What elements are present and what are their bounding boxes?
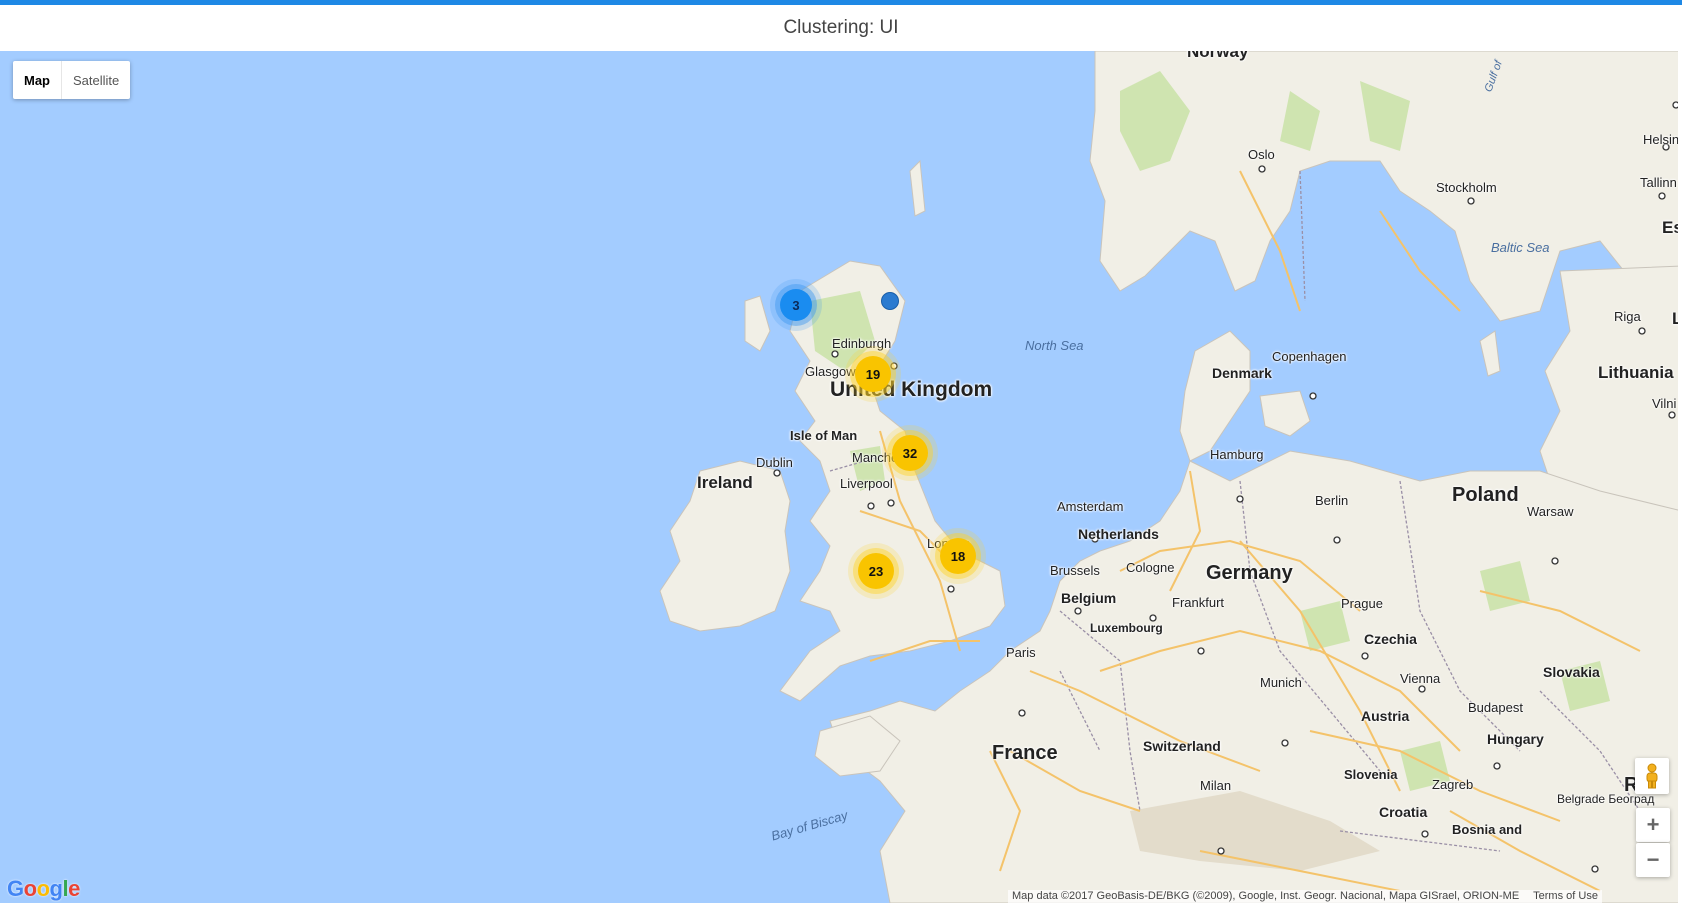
label-bosnia: Bosnia and [1452,822,1523,837]
label-berlin: Berlin [1315,493,1349,508]
label-glasgow: Glasgow [805,364,856,379]
label-hamburg: Hamburg [1210,447,1264,462]
single-location-marker[interactable] [881,292,899,310]
map-attribution: Map data ©2017 GeoBasis-DE/BKG (©2009), … [1008,890,1602,903]
label-budapest: Budapest [1468,700,1523,715]
map-type-satellite-button[interactable]: Satellite [62,61,130,99]
label-slovenia: Slovenia [1344,767,1398,782]
label-cologne: Cologne [1126,560,1175,575]
label-belgrade: Belgrade Београд [1557,792,1655,806]
label-vienna: Vienna [1400,671,1441,686]
logo-letter-g2: g [49,876,63,901]
label-baltic-sea: Baltic Sea [1491,240,1550,255]
label-ireland: Ireland [697,473,753,492]
label-isle-of-man: Isle of Man [790,428,858,443]
map-canvas[interactable]: Norway Oslo Stockholm Helsin Tallinn Est… [0,51,1682,903]
label-zagreb: Zagreb [1432,777,1474,792]
label-copenhagen: Copenhagen [1272,349,1347,364]
label-milan: Milan [1200,778,1232,793]
label-switzerland: Switzerland [1143,738,1221,754]
label-amsterdam: Amsterdam [1057,499,1124,514]
right-edge-strip [1678,51,1682,903]
label-warsaw: Warsaw [1527,504,1574,519]
zoom-in-button[interactable]: + [1636,808,1670,842]
cluster-marker-32[interactable]: 32 [892,435,928,471]
label-north-sea: North Sea [1025,338,1084,353]
label-austria: Austria [1361,708,1410,724]
label-munich: Munich [1260,675,1302,690]
cluster-marker-18[interactable]: 18 [940,538,976,574]
label-luxembourg: Luxembourg [1090,621,1163,635]
cluster-marker-19[interactable]: 19 [855,356,891,392]
attribution-text: Map data ©2017 GeoBasis-DE/BKG (©2009), … [1012,890,1520,902]
label-germany: Germany [1206,562,1293,584]
label-netherlands: Netherlands [1078,526,1159,542]
label-dublin: Dublin [756,455,793,470]
label-brussels: Brussels [1050,563,1100,578]
pegman-icon [1646,763,1658,789]
zoom-out-button[interactable]: − [1636,843,1670,877]
street-view-pegman-button[interactable] [1635,758,1669,794]
cluster-marker-3[interactable]: 3 [780,289,812,321]
label-prague: Prague [1341,596,1383,611]
label-helsinki: Helsin [1643,132,1680,147]
page-title: Clustering: UI [783,17,899,38]
label-stockholm: Stockholm [1436,180,1497,195]
label-norway: Norway [1187,51,1249,61]
label-oslo: Oslo [1248,147,1275,162]
label-france: France [992,742,1058,764]
label-croatia: Croatia [1379,804,1428,820]
label-slovakia: Slovakia [1543,664,1600,680]
label-vilnius: Vilni [1652,396,1677,411]
logo-letter-o1: o [23,876,37,901]
cluster-marker-23[interactable]: 23 [858,553,894,589]
label-riga: Riga [1614,309,1641,324]
label-frankfurt: Frankfurt [1172,595,1225,610]
label-paris: Paris [1006,645,1036,660]
label-lithuania: Lithuania [1598,363,1674,382]
map-type-map-button[interactable]: Map [13,61,62,99]
logo-letter-o2: o [36,876,50,901]
label-tallinn: Tallinn [1640,175,1677,190]
label-hungary: Hungary [1487,731,1544,747]
label-belgium: Belgium [1061,590,1117,606]
label-edinburgh: Edinburgh [832,336,892,351]
terms-of-use-link[interactable]: Terms of Use [1533,890,1598,903]
label-czechia: Czechia [1364,631,1417,647]
label-denmark: Denmark [1212,365,1272,381]
logo-letter-g: G [7,876,24,901]
google-logo[interactable]: Google [7,876,80,902]
label-liverpool: Liverpool [840,476,893,491]
label-poland: Poland [1452,484,1519,506]
map-type-control: Map Satellite [13,61,131,99]
logo-letter-e: e [68,876,80,901]
page-header: Clustering: UI [0,5,1682,52]
